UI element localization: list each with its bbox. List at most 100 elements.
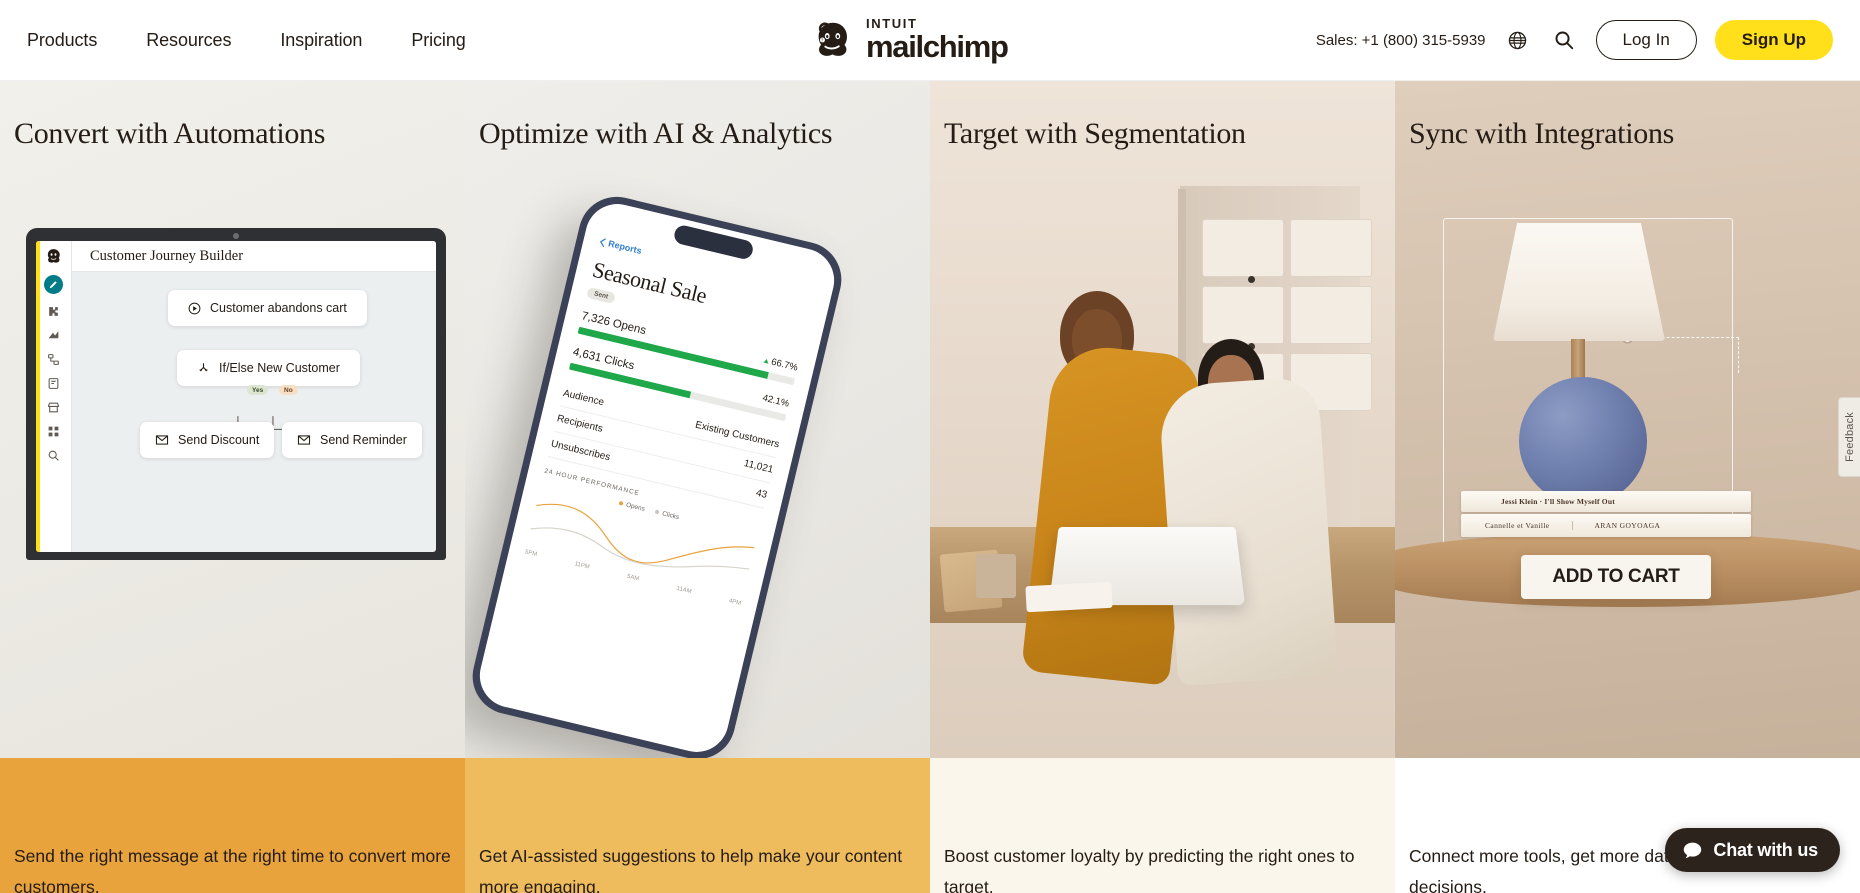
card-caption-analytics: Get AI-assisted suggestions to help make… — [479, 846, 903, 893]
book-spine-title: Cannelle et Vanille — [1485, 521, 1550, 530]
axis-tick: 5PM — [524, 549, 538, 559]
journey-builder-titlebar: Customer Journey Builder — [72, 241, 436, 272]
feedback-tab[interactable]: Feedback — [1838, 397, 1860, 477]
branch-badge-no: No — [279, 385, 298, 395]
campaign-status-badge: Sent — [586, 286, 617, 305]
metric-opens-percent: 66.7% — [762, 355, 799, 374]
metric-clicks-percent: 42.1% — [761, 392, 791, 410]
photo-book-stack: Jessi Klein · I'll Show Myself Out Canne… — [1461, 491, 1751, 537]
phone-screen: 7:14 Reports Seasonal Sale Sent 7,326 Op… — [473, 197, 841, 758]
nav-item-pricing[interactable]: Pricing — [411, 30, 465, 51]
selection-dashed-guide — [1627, 337, 1739, 373]
nav-item-resources[interactable]: Resources — [146, 30, 231, 51]
photo-storage-box — [1202, 219, 1284, 277]
nav-item-inspiration[interactable]: Inspiration — [280, 30, 362, 51]
feature-card-row: Customer Journey Builder Customer abando… — [0, 81, 1860, 893]
axis-tick: 5AM — [626, 573, 640, 583]
branch-badge-yes: Yes — [247, 385, 269, 395]
play-circle-icon — [188, 302, 201, 314]
freddie-monkey-icon — [47, 249, 60, 263]
photo-two-women-laptop — [930, 81, 1395, 758]
primary-navigation: Products Resources Inspiration Pricing — [27, 30, 466, 51]
photo-storage-box — [1290, 219, 1372, 277]
journey-builder-app: Customer Journey Builder Customer abando… — [36, 241, 436, 552]
puzzle-icon[interactable] — [47, 305, 60, 318]
card-title-segmentation: Target with Segmentation — [944, 117, 1246, 150]
chat-widget-label: Chat with us — [1713, 839, 1818, 860]
branch-icon — [199, 362, 208, 371]
flow-icon[interactable] — [47, 353, 60, 366]
card-title-integrations: Sync with Integrations — [1409, 117, 1675, 150]
journey-builder-title: Customer Journey Builder — [90, 247, 244, 264]
store-icon[interactable] — [47, 401, 60, 414]
journey-node-send-discount[interactable]: Send Discount — [140, 422, 275, 458]
journey-node-trigger[interactable]: Customer abandons cart — [168, 290, 367, 326]
automation-icon[interactable] — [47, 329, 60, 342]
speech-bubble-icon — [1684, 842, 1702, 858]
book-spine-bottom: Cannelle et Vanille ARAN GOYOAGA — [1461, 514, 1751, 537]
book-spine-title: Jessi Klein · I'll Show Myself Out — [1501, 497, 1615, 506]
journey-node-condition[interactable]: If/Else New Customer — [177, 350, 360, 386]
phone-notch — [672, 223, 755, 261]
phone-device: 7:14 Reports Seasonal Sale Sent 7,326 Op… — [465, 189, 850, 758]
feature-card-analytics[interactable]: 7:14 Reports Seasonal Sale Sent 7,326 Op… — [465, 81, 930, 893]
axis-tick: 4PM — [728, 598, 742, 607]
card-title-automations: Convert with Automations — [14, 117, 326, 150]
search-icon[interactable] — [47, 449, 60, 462]
card-hero-image-integrations: Jessi Klein · I'll Show Myself Out Canne… — [1395, 81, 1860, 758]
photo-lamp-product: Jessi Klein · I'll Show Myself Out Canne… — [1395, 81, 1860, 758]
journey-node-label: Customer abandons cart — [210, 301, 347, 315]
axis-tick: 11AM — [675, 585, 693, 596]
journey-node-label: Send Reminder — [320, 433, 407, 447]
up-arrow-icon — [763, 358, 769, 364]
photo-shelf-knob — [1248, 276, 1255, 283]
login-button[interactable]: Log In — [1595, 20, 1697, 60]
card-caption-automations: Send the right message at the right time… — [14, 846, 451, 893]
feature-card-segmentation[interactable]: Target with Segmentation Boost customer … — [930, 81, 1395, 893]
journey-builder-canvas-area: Customer Journey Builder Customer abando… — [72, 241, 436, 552]
feature-card-automations[interactable]: Customer Journey Builder Customer abando… — [0, 81, 465, 893]
photo-storage-box — [1290, 286, 1372, 344]
sidebar-item-campaigns[interactable] — [44, 275, 63, 294]
book-spine-top: Jessi Klein · I'll Show Myself Out — [1461, 491, 1751, 512]
envelope-icon — [155, 435, 169, 445]
book-spine-author: ARAN GOYOAGA — [1571, 521, 1661, 530]
journey-node-label: Send Discount — [178, 433, 260, 447]
photo-lamp-shade — [1493, 223, 1665, 341]
card-hero-image-analytics: 7:14 Reports Seasonal Sale Sent 7,326 Op… — [465, 81, 930, 758]
feedback-tab-label: Feedback — [1843, 412, 1856, 462]
chat-widget-button[interactable]: Chat with us — [1665, 828, 1840, 872]
page-icon[interactable] — [47, 377, 60, 390]
globe-icon — [1508, 31, 1527, 49]
photo-papers — [1025, 581, 1113, 613]
grid-icon[interactable] — [47, 425, 60, 438]
signup-button[interactable]: Sign Up — [1714, 20, 1833, 60]
photo-storage-box — [1202, 286, 1284, 344]
mailchimp-logo[interactable]: ? INTUIT mailchimp — [810, 16, 1009, 64]
logo-mailchimp-text: mailchimp — [866, 28, 1009, 64]
chevron-left-icon — [599, 237, 606, 247]
envelope-icon — [297, 435, 311, 445]
photo-lamp-base — [1519, 377, 1647, 505]
site-header: Products Resources Inspiration Pricing ?… — [0, 0, 1860, 81]
logo-wordmark: INTUIT mailchimp — [866, 17, 1009, 64]
sales-phone-number[interactable]: Sales: +1 (800) 315-5939 — [1316, 32, 1486, 49]
phone-illustration: 7:14 Reports Seasonal Sale Sent 7,326 Op… — [465, 81, 930, 758]
laptop-screen: Customer Journey Builder Customer abando… — [26, 228, 446, 560]
journey-node-label: If/Else New Customer — [219, 361, 340, 375]
metric-opens-percent-value: 66.7% — [770, 356, 799, 374]
card-title-analytics: Optimize with AI & Analytics — [479, 117, 833, 150]
card-caption-segmentation: Boost customer loyalty by predicting the… — [944, 846, 1355, 893]
nav-item-products[interactable]: Products — [27, 30, 97, 51]
report-row-value: 11,021 — [742, 458, 775, 476]
reports-back-label: Reports — [607, 238, 643, 256]
language-selector-button[interactable] — [1504, 26, 1532, 54]
search-button[interactable] — [1550, 26, 1578, 54]
axis-tick: 11PM — [573, 561, 591, 571]
card-hero-image-segmentation — [930, 81, 1395, 758]
journey-canvas: Customer abandons cart If/Else New Custo… — [72, 272, 436, 552]
photo-pencil-cup — [976, 554, 1016, 598]
journey-node-send-reminder[interactable]: Send Reminder — [282, 422, 422, 458]
add-to-cart-button[interactable]: ADD TO CART — [1521, 555, 1711, 599]
feature-card-integrations[interactable]: Jessi Klein · I'll Show Myself Out Canne… — [1395, 81, 1860, 893]
